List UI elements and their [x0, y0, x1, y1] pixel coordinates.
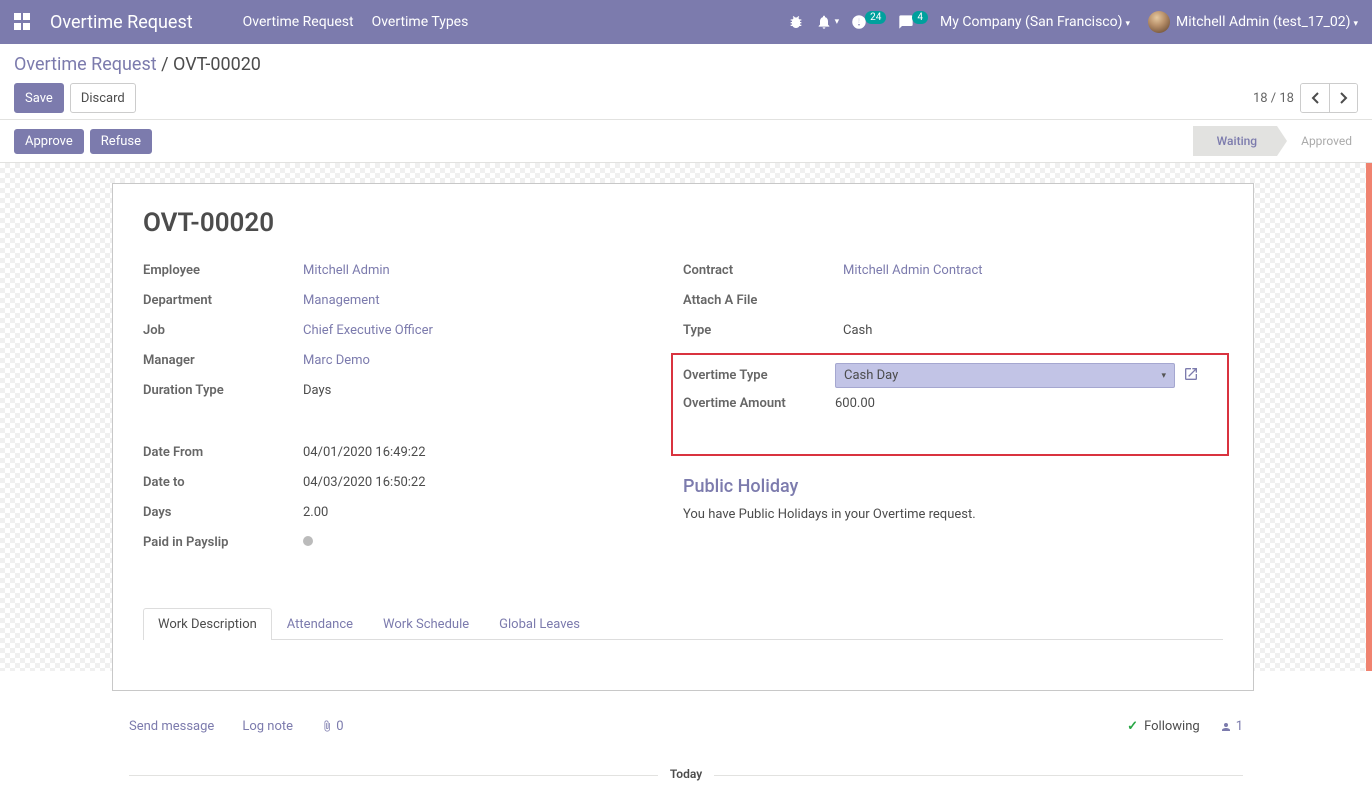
discuss-badge: 4	[912, 11, 928, 24]
company-selector[interactable]: My Company (San Francisco)▾	[940, 14, 1130, 30]
caret-down-icon: ▾	[835, 17, 840, 27]
nav-menu-overtime-types[interactable]: Overtime Types	[372, 14, 469, 30]
caret-down-icon: ▾	[1125, 19, 1130, 29]
date-from-field[interactable]: 04/01/2020 16:49:22	[303, 445, 426, 460]
highlight-box: Overtime Type Cash Day ▾ Overtime Amount…	[671, 353, 1229, 456]
breadcrumb: Overtime Request / OVT-00020	[14, 54, 1358, 75]
job-label: Job	[143, 323, 303, 338]
navbar: Overtime Request Overtime Request Overti…	[0, 0, 1372, 44]
page-title: OVT-00020	[143, 208, 1223, 238]
overtime-type-label: Overtime Type	[683, 368, 835, 383]
contract-field[interactable]: Mitchell Admin Contract	[843, 263, 983, 278]
tab-work-description[interactable]: Work Description	[143, 608, 272, 640]
nav-title[interactable]: Overtime Request	[50, 12, 193, 33]
manager-label: Manager	[143, 353, 303, 368]
followers-button[interactable]: 1	[1220, 719, 1243, 734]
radio-unchecked-icon	[303, 536, 313, 546]
debug-icon[interactable]	[788, 14, 804, 30]
user-menu[interactable]: Mitchell Admin (test_17_02)▾	[1176, 14, 1358, 30]
chatter: Send message Log note 0 ✓Following 1 Tod…	[115, 701, 1257, 802]
form-sheet: OVT-00020 EmployeeMitchell Admin Departm…	[112, 183, 1254, 691]
refuse-button[interactable]: Refuse	[90, 129, 152, 154]
overtime-amount-label: Overtime Amount	[683, 396, 835, 411]
duration-type-label: Duration Type	[143, 383, 303, 398]
tabs: Work Description Attendance Work Schedul…	[143, 607, 1223, 640]
tab-global-leaves[interactable]: Global Leaves	[484, 608, 595, 640]
job-field[interactable]: Chief Executive Officer	[303, 323, 433, 338]
employee-label: Employee	[143, 263, 303, 278]
paid-field[interactable]	[303, 535, 313, 550]
attach-file-label: Attach A File	[683, 293, 843, 308]
overtime-amount-field[interactable]: 600.00	[835, 396, 875, 411]
type-field[interactable]: Cash	[843, 323, 872, 338]
apps-icon[interactable]	[14, 13, 32, 31]
approve-button[interactable]: Approve	[14, 129, 84, 154]
department-field[interactable]: Management	[303, 293, 380, 308]
activity-badge: 24	[865, 11, 886, 24]
send-message-button[interactable]: Send message	[129, 719, 214, 734]
days-label: Days	[143, 505, 303, 520]
type-label: Type	[683, 323, 843, 338]
paid-label: Paid in Payslip	[143, 535, 303, 550]
discard-button[interactable]: Discard	[70, 83, 136, 113]
nav-menu-overtime-request[interactable]: Overtime Request	[243, 14, 354, 30]
days-field[interactable]: 2.00	[303, 505, 328, 520]
check-icon: ✓	[1127, 719, 1138, 734]
caret-down-icon: ▾	[1353, 19, 1358, 29]
duration-type-field[interactable]: Days	[303, 383, 331, 398]
department-label: Department	[143, 293, 303, 308]
manager-field[interactable]: Marc Demo	[303, 353, 370, 368]
statusbar: Approve Refuse Waiting Approved	[0, 120, 1372, 163]
external-link-icon[interactable]	[1183, 366, 1199, 386]
pager-text[interactable]: 18 / 18	[1253, 91, 1294, 106]
breadcrumb-current: OVT-00020	[173, 54, 261, 75]
tab-work-schedule[interactable]: Work Schedule	[368, 608, 484, 640]
activity-icon[interactable]: 24	[851, 14, 886, 30]
avatar	[1148, 11, 1170, 33]
employee-field[interactable]: Mitchell Admin	[303, 263, 390, 278]
date-to-field[interactable]: 04/03/2020 16:50:22	[303, 475, 426, 490]
status-approved[interactable]: Approved	[1277, 126, 1372, 156]
public-holiday-title: Public Holiday	[683, 476, 1223, 497]
caret-down-icon: ▾	[1161, 371, 1166, 381]
save-button[interactable]: Save	[14, 83, 64, 113]
contract-label: Contract	[683, 263, 843, 278]
pager: 18 / 18	[1253, 83, 1358, 113]
attachments-button[interactable]: 0	[321, 719, 344, 734]
status-waiting[interactable]: Waiting	[1193, 126, 1277, 156]
form-background: OVT-00020 EmployeeMitchell Admin Departm…	[0, 163, 1372, 671]
breadcrumb-root[interactable]: Overtime Request	[14, 54, 157, 75]
following-button[interactable]: ✓Following	[1127, 719, 1200, 734]
pager-prev-button[interactable]	[1301, 84, 1329, 112]
overtime-type-value: Cash Day	[844, 368, 898, 383]
date-from-label: Date From	[143, 445, 303, 460]
log-note-button[interactable]: Log note	[242, 719, 293, 734]
public-holiday-text: You have Public Holidays in your Overtim…	[683, 507, 1223, 522]
pager-next-button[interactable]	[1329, 84, 1357, 112]
today-divider: Today	[129, 767, 1243, 782]
discuss-icon[interactable]: 4	[898, 14, 928, 30]
notification-bell-icon[interactable]: ▾	[816, 14, 840, 30]
date-to-label: Date to	[143, 475, 303, 490]
tab-attendance[interactable]: Attendance	[272, 608, 368, 640]
overtime-type-select[interactable]: Cash Day ▾	[835, 363, 1175, 388]
controlbar: Overtime Request / OVT-00020 Save Discar…	[0, 44, 1372, 120]
